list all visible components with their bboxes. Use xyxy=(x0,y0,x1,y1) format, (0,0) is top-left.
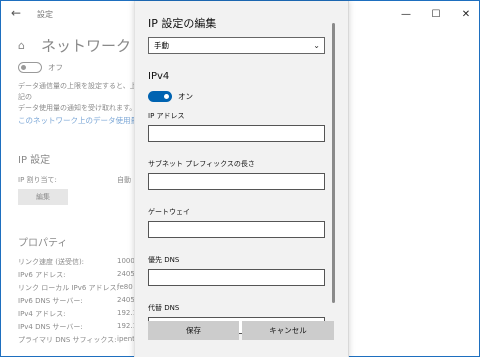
property-key: IPv4 DNS サーバー: xyxy=(18,323,83,331)
edit-ip-settings-dialog: IP 設定の編集 手動 ⌄ IPv4 オン IP アドレス サブネット プレフィ… xyxy=(134,1,349,357)
metered-connection-toggle[interactable] xyxy=(18,62,42,73)
property-key: リンク ローカル IPv6 アドレス: xyxy=(18,284,119,292)
page-title: ネットワーク xyxy=(41,37,132,55)
alternate-dns-label: 代替 DNS xyxy=(148,304,180,312)
settings-window: ← 設定 — ☐ ✕ ⌂ ネットワーク オフ データ通信量の上限を設定すると、上… xyxy=(0,0,480,357)
ip-assignment-label: IP 割り当て: xyxy=(18,176,57,184)
maximize-icon[interactable]: ☐ xyxy=(421,1,451,27)
cancel-button[interactable]: キャンセル xyxy=(242,321,334,340)
property-key: プライマリ DNS サフィックス: xyxy=(18,336,117,344)
property-key: IPv6 DNS サーバー: xyxy=(18,297,83,305)
property-key: リンク速度 (送受信): xyxy=(18,258,85,266)
edit-button[interactable]: 編集 xyxy=(18,189,68,205)
save-button[interactable]: 保存 xyxy=(148,321,239,340)
chevron-down-icon: ⌄ xyxy=(313,41,320,50)
ip-settings-header: IP 設定 xyxy=(18,155,51,166)
preferred-dns-label: 優先 DNS xyxy=(148,256,180,264)
subnet-prefix-label: サブネット プレフィックスの長さ xyxy=(148,160,255,168)
close-icon[interactable]: ✕ xyxy=(451,1,480,27)
home-icon[interactable]: ⌂ xyxy=(18,39,25,52)
back-arrow-icon[interactable]: ← xyxy=(11,6,21,20)
ip-mode-value: 手動 xyxy=(154,41,169,50)
gateway-input[interactable] xyxy=(148,221,325,238)
dialog-scrollbar[interactable] xyxy=(332,23,335,303)
app-title: 設定 xyxy=(37,10,53,19)
ipv4-header: IPv4 xyxy=(148,71,170,82)
subnet-prefix-input[interactable] xyxy=(148,173,325,190)
properties-header: プロパティ xyxy=(18,238,68,249)
description-line: データ使用量の通知を受け取れます。 xyxy=(18,104,137,112)
preferred-dns-input[interactable] xyxy=(148,269,325,286)
description-line: データ通信量の上限を設定すると、上記の xyxy=(18,82,137,101)
metered-toggle-label: オフ xyxy=(48,63,63,72)
ip-address-input[interactable] xyxy=(148,125,325,142)
ipv4-toggle-label: オン xyxy=(178,92,193,101)
property-value: 1000 xyxy=(117,257,135,265)
toggle-knob xyxy=(21,64,26,70)
property-key: IPv4 アドレス: xyxy=(18,310,66,318)
property-value: 2405 xyxy=(117,270,135,278)
property-value: fe80 xyxy=(117,283,133,291)
dialog-title: IP 設定の編集 xyxy=(148,17,217,30)
property-key: IPv6 アドレス: xyxy=(18,271,66,279)
toggle-knob xyxy=(164,94,169,99)
ip-address-label: IP アドレス xyxy=(148,112,185,120)
window-controls: — ☐ ✕ xyxy=(391,1,480,27)
metered-description: データ通信量の上限を設定すると、上記の データ使用量の通知を受け取れます。 xyxy=(18,81,138,114)
minimize-icon[interactable]: — xyxy=(391,1,421,27)
property-value: ipent xyxy=(117,335,135,343)
ip-mode-select[interactable]: 手動 ⌄ xyxy=(148,37,325,54)
ip-assignment-value: 自動 xyxy=(117,176,131,184)
gateway-label: ゲートウェイ xyxy=(148,208,190,216)
ipv4-toggle[interactable] xyxy=(148,91,172,102)
property-value: 2405 xyxy=(117,296,135,304)
